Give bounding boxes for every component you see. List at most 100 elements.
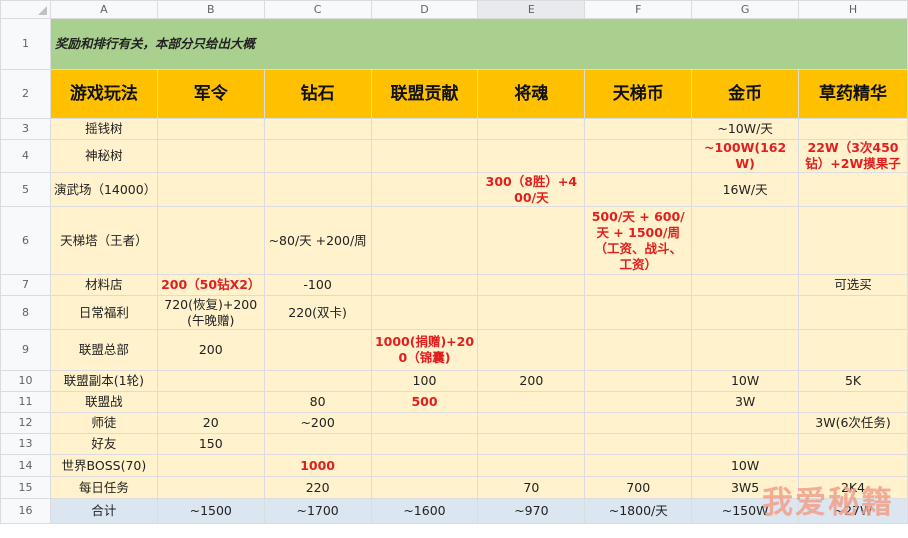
header-cell[interactable]: 钻石	[263, 69, 372, 119]
table-cell[interactable]	[370, 118, 479, 140]
table-cell[interactable]	[691, 295, 800, 330]
table-cell[interactable]	[370, 139, 479, 173]
note-cell[interactable]: 奖励和排行有关，本部分只给出大概	[49, 18, 908, 70]
table-cell[interactable]	[477, 274, 586, 296]
row-header[interactable]: 12	[0, 412, 51, 434]
table-cell[interactable]	[798, 391, 908, 413]
table-cell[interactable]: 3W(6次任务)	[798, 412, 908, 434]
row-header[interactable]: 15	[0, 476, 51, 499]
table-cell[interactable]: 演武场（14000）	[49, 172, 158, 207]
table-cell[interactable]	[477, 454, 586, 477]
row-header[interactable]: 4	[0, 139, 51, 173]
header-cell[interactable]: 军令	[156, 69, 265, 119]
header-cell[interactable]: 将魂	[477, 69, 586, 119]
table-cell[interactable]	[798, 329, 908, 371]
table-cell[interactable]	[370, 274, 479, 296]
table-cell[interactable]	[263, 118, 372, 140]
header-cell[interactable]: 金币	[691, 69, 800, 119]
table-cell[interactable]: 10W	[691, 454, 800, 477]
table-cell[interactable]	[691, 412, 800, 434]
table-cell[interactable]	[263, 370, 372, 392]
table-cell[interactable]: 3W5	[691, 476, 800, 499]
table-cell[interactable]: 70	[477, 476, 586, 499]
table-cell[interactable]	[798, 454, 908, 477]
table-cell[interactable]: 16W/天	[691, 172, 800, 207]
header-cell[interactable]: 草药精华	[798, 69, 908, 119]
table-cell[interactable]: 联盟战	[49, 391, 158, 413]
table-cell[interactable]	[798, 433, 908, 455]
table-cell[interactable]	[691, 206, 800, 275]
table-cell[interactable]: -100	[263, 274, 372, 296]
table-cell[interactable]: 220(双卡)	[263, 295, 372, 330]
header-cell[interactable]: 联盟贡献	[370, 69, 479, 119]
table-cell[interactable]: ~100W(162W)	[691, 139, 800, 173]
table-cell[interactable]	[156, 118, 265, 140]
table-cell[interactable]	[584, 329, 693, 371]
table-cell[interactable]	[691, 433, 800, 455]
total-cell[interactable]: ~150W	[691, 498, 800, 524]
column-header-f[interactable]: F	[584, 0, 693, 19]
column-header-c[interactable]: C	[263, 0, 372, 19]
total-cell[interactable]: ~1700	[263, 498, 372, 524]
row-header[interactable]: 16	[0, 498, 51, 524]
table-cell[interactable]	[691, 329, 800, 371]
table-cell[interactable]	[263, 433, 372, 455]
row-header[interactable]: 7	[0, 274, 51, 296]
table-cell[interactable]: 22W（3次450钻）+2W摸果子	[798, 139, 908, 173]
table-cell[interactable]	[477, 412, 586, 434]
table-cell[interactable]: 220	[263, 476, 372, 499]
table-cell[interactable]: 500/天 + 600/天 + 1500/周（工资、战斗、工资）	[584, 206, 693, 275]
table-cell[interactable]: 2K4	[798, 476, 908, 499]
table-cell[interactable]: 80	[263, 391, 372, 413]
table-cell[interactable]	[156, 476, 265, 499]
table-cell[interactable]: 世界BOSS(70)	[49, 454, 158, 477]
table-cell[interactable]: 好友	[49, 433, 158, 455]
table-cell[interactable]	[798, 295, 908, 330]
table-cell[interactable]: 材料店	[49, 274, 158, 296]
row-header[interactable]: 3	[0, 118, 51, 140]
column-header-e[interactable]: E	[477, 0, 586, 19]
column-header-g[interactable]: G	[691, 0, 800, 19]
row-header[interactable]: 5	[0, 172, 51, 207]
table-cell[interactable]: 720(恢复)+200(午晚赠)	[156, 295, 265, 330]
table-cell[interactable]: 500	[370, 391, 479, 413]
table-cell[interactable]: 300（8胜）+400/天	[477, 172, 586, 207]
table-cell[interactable]	[584, 454, 693, 477]
total-cell[interactable]: ~27W	[798, 498, 908, 524]
table-cell[interactable]	[370, 206, 479, 275]
table-cell[interactable]: 150	[156, 433, 265, 455]
header-cell[interactable]: 游戏玩法	[49, 69, 158, 119]
table-cell[interactable]	[370, 295, 479, 330]
table-cell[interactable]	[370, 454, 479, 477]
table-cell[interactable]	[156, 139, 265, 173]
table-cell[interactable]: 100	[370, 370, 479, 392]
table-cell[interactable]	[263, 172, 372, 207]
table-cell[interactable]: 天梯塔（王者）	[49, 206, 158, 275]
table-cell[interactable]	[798, 118, 908, 140]
total-cell[interactable]: ~970	[477, 498, 586, 524]
table-cell[interactable]: 200	[477, 370, 586, 392]
table-cell[interactable]	[370, 476, 479, 499]
table-cell[interactable]	[477, 118, 586, 140]
table-cell[interactable]	[477, 433, 586, 455]
table-cell[interactable]: 可选买	[798, 274, 908, 296]
table-cell[interactable]	[584, 391, 693, 413]
table-cell[interactable]	[798, 206, 908, 275]
table-cell[interactable]	[477, 206, 586, 275]
table-cell[interactable]: ~200	[263, 412, 372, 434]
table-cell[interactable]	[584, 295, 693, 330]
table-cell[interactable]: 20	[156, 412, 265, 434]
total-cell[interactable]: ~1600	[370, 498, 479, 524]
row-header[interactable]: 10	[0, 370, 51, 392]
table-cell[interactable]	[156, 391, 265, 413]
table-cell[interactable]	[156, 172, 265, 207]
table-cell[interactable]	[584, 433, 693, 455]
table-cell[interactable]: 200（50钻X2）	[156, 274, 265, 296]
table-cell[interactable]	[584, 412, 693, 434]
table-cell[interactable]	[584, 172, 693, 207]
row-header[interactable]: 14	[0, 454, 51, 477]
table-cell[interactable]	[584, 139, 693, 173]
table-cell[interactable]	[370, 433, 479, 455]
table-cell[interactable]: 日常福利	[49, 295, 158, 330]
row-header[interactable]: 1	[0, 18, 51, 70]
